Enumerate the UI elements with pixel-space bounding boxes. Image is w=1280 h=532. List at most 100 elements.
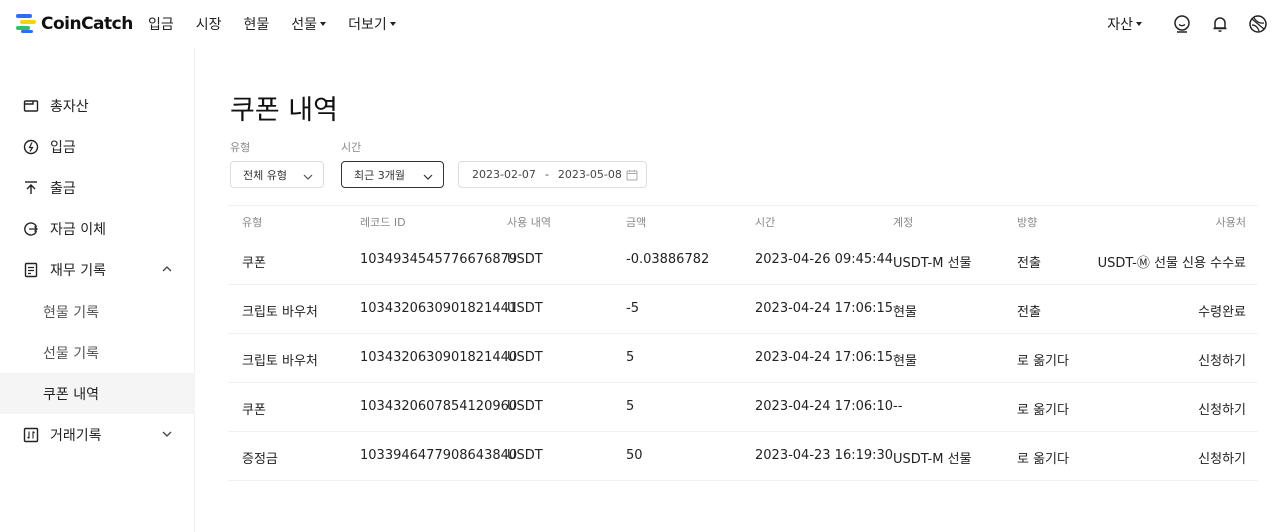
logo-text: CoinCatch (41, 14, 133, 34)
cell-type: 쿠폰 (242, 256, 266, 271)
sidebar-sub-coupon-history[interactable]: 쿠폰 내역 (0, 373, 195, 414)
asset-menu[interactable]: 자산 (1107, 14, 1142, 34)
profile-icon[interactable] (1170, 12, 1194, 36)
cell-destination: 수령완료 (1198, 305, 1246, 320)
cell-time: 2023-04-24 17:06:15 (755, 301, 894, 316)
cell-amount: 50 (626, 448, 643, 463)
nav-futures[interactable]: 선물 (291, 14, 327, 34)
sidebar-item-transfer[interactable]: 자금 이체 (0, 208, 195, 249)
sidebar-item-deposit[interactable]: 입금 (0, 126, 195, 167)
sidebar-item-withdraw[interactable]: 출금 (0, 167, 195, 208)
time-select[interactable]: 최근 3개월 (341, 161, 444, 188)
chevron-down-icon (161, 428, 173, 444)
cell-amount: 5 (626, 350, 635, 365)
cell-account: -- (893, 399, 903, 414)
date-start[interactable]: 2023-02-07 (472, 168, 536, 181)
cell-type: 증정금 (242, 452, 278, 467)
wallet-icon (22, 97, 40, 115)
sidebar-sub-label: 현물 기록 (43, 304, 99, 321)
cell-direction: 로 옮기다 (1017, 452, 1069, 467)
nav-label: 입금 (148, 17, 174, 33)
cell-direction: 전출 (1017, 256, 1041, 271)
nav-more[interactable]: 더보기 (348, 14, 396, 34)
table-row: 크립토 바우처 1034320630901821441 USDT -5 2023… (228, 285, 1258, 334)
date-separator: - (544, 168, 549, 181)
date-range-picker[interactable]: 2023-02-07 - 2023-05-08 (458, 161, 647, 188)
cell-record-id: 1033946477908643840 (360, 448, 518, 463)
caret-down-icon (320, 22, 327, 26)
header-amount: 금액 (626, 216, 647, 229)
type-filter-label: 유형 (230, 141, 251, 154)
sidebar-sub-futures-records[interactable]: 선물 기록 (0, 332, 195, 373)
nav-spot[interactable]: 현물 (244, 14, 270, 34)
cell-amount: -5 (626, 301, 639, 316)
time-filter-label: 시간 (341, 141, 362, 154)
cell-direction: 전출 (1017, 305, 1041, 320)
time-select-value: 최근 3개월 (354, 168, 405, 182)
calendar-icon (626, 169, 638, 184)
document-icon (22, 261, 40, 279)
cell-usage: USDT (507, 448, 543, 463)
cell-destination: USDT-Ⓜ 선물 신용 수수료 (1097, 256, 1246, 271)
cell-amount: -0.03886782 (626, 252, 710, 267)
header-time: 시간 (755, 216, 776, 229)
coincatch-logo[interactable]: CoinCatch (16, 12, 133, 36)
cell-usage: USDT (507, 301, 543, 316)
caret-down-icon (1136, 22, 1142, 26)
nav-market[interactable]: 시장 (196, 14, 222, 34)
cell-account: 현물 (893, 354, 917, 369)
sidebar-sub-spot-records[interactable]: 현물 기록 (0, 291, 195, 332)
nav-label: 더보기 (348, 17, 387, 33)
main-nav: 입금 시장 현물 선물 더보기 (148, 14, 418, 34)
bell-icon[interactable] (1208, 12, 1232, 36)
sidebar-sub-label: 쿠폰 내역 (43, 386, 99, 403)
sidebar-item-total-assets[interactable]: 총자산 (0, 85, 195, 126)
header-account: 계정 (893, 216, 914, 229)
cell-record-id: 1034320607854120960 (360, 399, 518, 414)
sidebar: 총자산 입금 출금 자금 이체 재무 기록 현물 기록 선물 기록 쿠폰 내역 … (0, 48, 195, 532)
sidebar-item-label: 입금 (50, 139, 76, 156)
cell-usage: USDT (507, 350, 543, 365)
sidebar-item-financial-records[interactable]: 재무 기록 (0, 249, 195, 290)
cell-type: 쿠폰 (242, 403, 266, 418)
cell-destination: 신청하기 (1198, 354, 1246, 369)
sidebar-sub-label: 선물 기록 (43, 345, 99, 362)
deposit-icon (22, 138, 40, 156)
nav-label: 시장 (195, 17, 222, 33)
cell-usage: USDT (507, 399, 543, 414)
cell-account: USDT-M 선물 (893, 452, 972, 467)
nav-label: 선물 (291, 17, 318, 33)
header-record-id: 레코드 ID (360, 216, 406, 229)
sidebar-item-label: 자금 이체 (50, 221, 106, 238)
table-row: 증정금 1033946477908643840 USDT 50 2023-04-… (228, 432, 1258, 481)
cell-direction: 로 옮기다 (1017, 354, 1069, 369)
chevron-down-icon (303, 171, 313, 184)
withdraw-icon (22, 179, 40, 197)
sidebar-item-trade-records[interactable]: 거래기록 (0, 414, 195, 455)
cell-time: 2023-04-24 17:06:10 (755, 399, 894, 414)
cell-direction: 로 옮기다 (1017, 403, 1069, 418)
globe-icon[interactable] (1246, 12, 1270, 36)
sidebar-item-label: 재무 기록 (50, 262, 106, 279)
cell-record-id: 1034320630901821441 (360, 301, 518, 316)
transfer-icon (22, 220, 40, 238)
logo-mark-icon (16, 14, 37, 34)
chevron-down-icon (423, 171, 433, 184)
caret-down-icon (389, 22, 396, 26)
nav-deposit[interactable]: 입금 (148, 14, 174, 34)
cell-time: 2023-04-24 17:06:15 (755, 350, 894, 365)
nav-label: 현물 (243, 17, 270, 33)
sidebar-item-label: 출금 (50, 180, 76, 197)
cell-account: USDT-M 선물 (893, 256, 972, 271)
table-row: 쿠폰 1034934545776676879 USDT -0.03886782 … (228, 236, 1258, 285)
header-usage: 사용 내역 (507, 216, 551, 229)
sidebar-item-label: 거래기록 (50, 427, 102, 444)
table-top-divider (228, 205, 1258, 206)
date-end[interactable]: 2023-05-08 (558, 168, 622, 181)
trade-record-icon (22, 426, 40, 444)
header-type: 유형 (242, 216, 263, 229)
asset-label: 자산 (1107, 17, 1133, 33)
cell-usage: USDT (507, 252, 543, 267)
table-row: 크립토 바우처 1034320630901821440 USDT 5 2023-… (228, 334, 1258, 383)
type-select[interactable]: 전체 유형 (230, 161, 324, 188)
